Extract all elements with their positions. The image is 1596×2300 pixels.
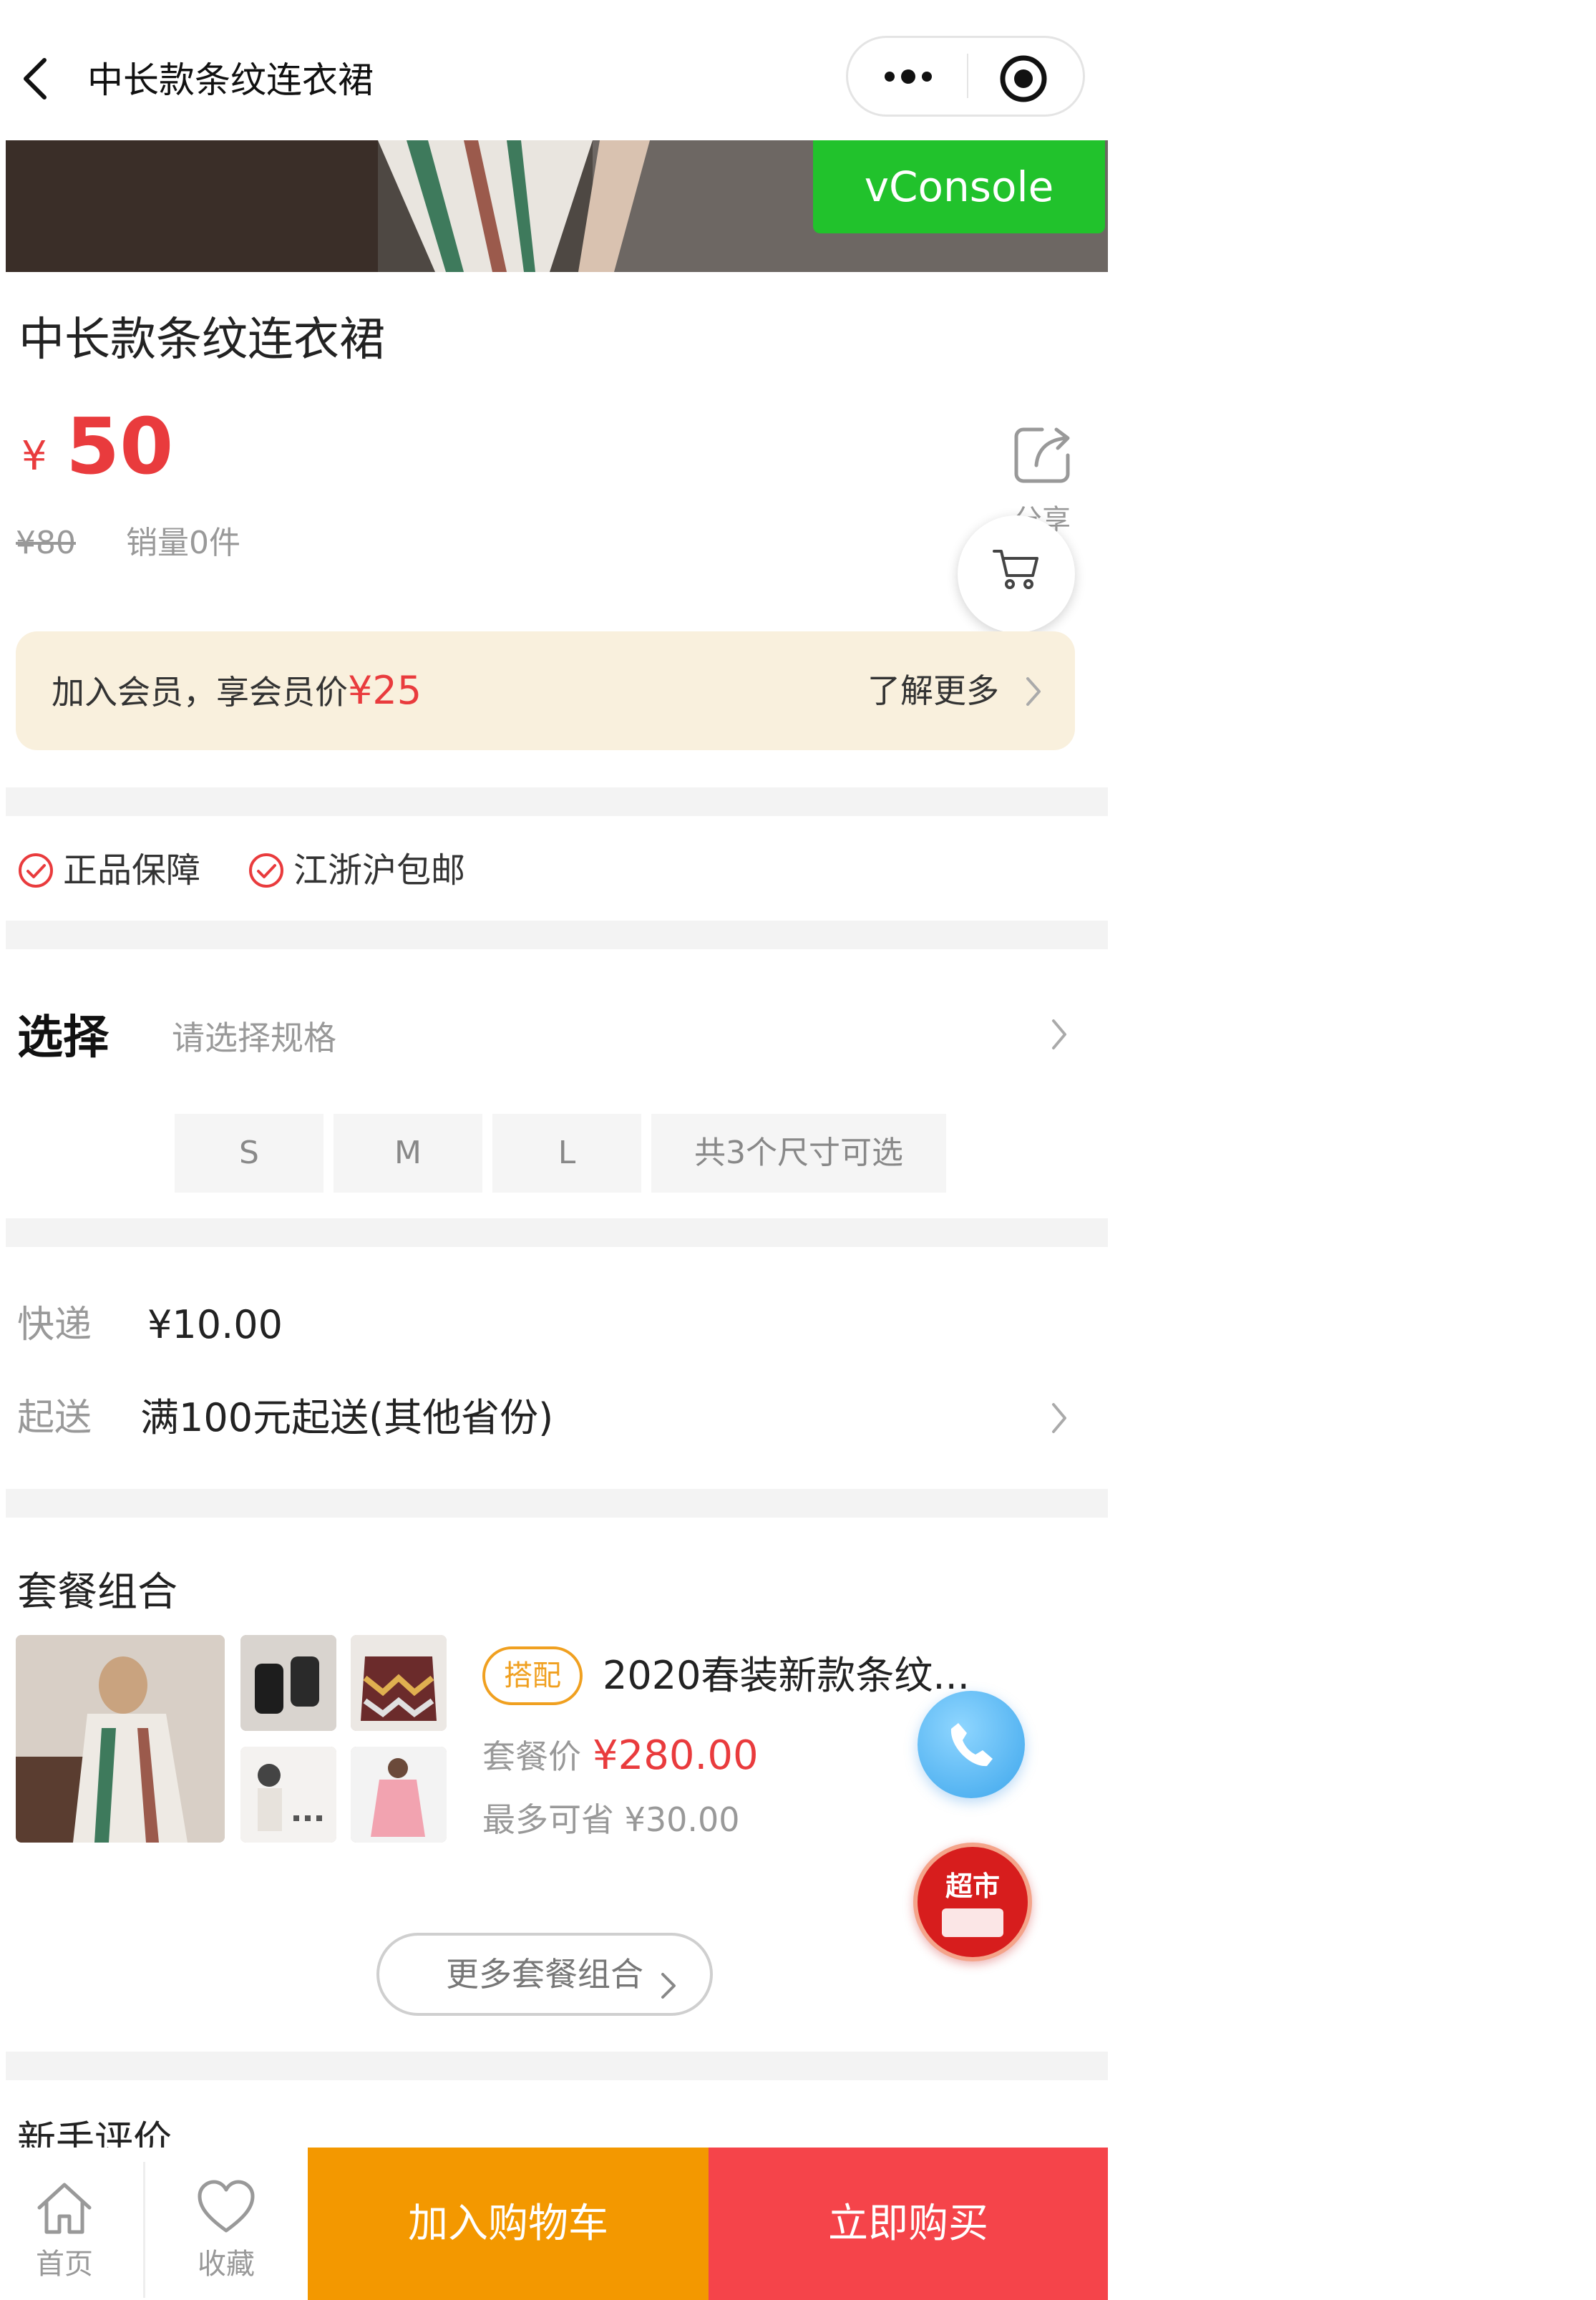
price-currency: ¥ <box>21 433 47 480</box>
member-text: 加入会员，享会员价¥25 <box>52 668 422 713</box>
size-count[interactable]: 共3个尺寸可选 <box>651 1114 946 1193</box>
supermarket-label: 超市 <box>945 1870 1000 1902</box>
home-button[interactable]: 首页 <box>0 2169 129 2298</box>
heart-icon <box>194 2176 258 2241</box>
reviews-title: 新手评价 <box>17 2117 172 2148</box>
min-order-value: 满100元起送(其他省份) <box>140 1395 554 1440</box>
guarantee-free-shipping: 江浙沪包邮 <box>293 850 466 891</box>
share-icon <box>1009 422 1075 488</box>
size-option-l[interactable]: L <box>492 1114 641 1193</box>
size-option-s[interactable]: S <box>175 1114 323 1193</box>
supermarket-button[interactable]: 超市 <box>913 1843 1032 1961</box>
guarantee-authentic: 正品保障 <box>63 850 201 891</box>
phone-icon <box>950 1723 993 1767</box>
buy-now-button[interactable]: 立即购买 <box>709 2148 1108 2300</box>
home-icon <box>32 2176 97 2241</box>
combo-price-label: 套餐价 <box>482 1737 581 1776</box>
bottom-action-bar: 首页 收藏 加入购物车 立即购买 <box>0 2148 1116 2300</box>
page-title: 中长款条纹连衣裙 <box>87 59 374 101</box>
tab-divider <box>143 2162 145 2298</box>
navigation-bar: 中长款条纹连衣裙 <box>0 0 1116 140</box>
target-icon[interactable] <box>997 52 1050 105</box>
min-order-label: 起送 <box>17 1397 92 1440</box>
product-title: 中长款条纹连衣裙 <box>19 314 385 367</box>
vconsole-button[interactable]: vConsole <box>813 140 1105 233</box>
section-divider <box>6 921 1108 949</box>
section-divider <box>6 787 1108 816</box>
favorite-button[interactable]: 收藏 <box>162 2169 291 2298</box>
combo-section-title: 套餐组合 <box>17 1569 177 1616</box>
express-fee: ¥10.00 <box>147 1302 283 1347</box>
combo-thumbnail[interactable] <box>351 1635 447 1731</box>
combo-savings: 最多可省 ¥30.00 <box>482 1800 740 1839</box>
section-divider <box>6 2052 1108 2080</box>
combo-thumbnail[interactable] <box>351 1747 447 1843</box>
chevron-right-icon[interactable] <box>1045 1009 1074 1059</box>
express-label: 快递 <box>17 1304 92 1346</box>
combo-name[interactable]: 2020春装新款条纹... <box>603 1646 970 1705</box>
chevron-right-icon[interactable] <box>1045 1393 1074 1443</box>
member-price: ¥25 <box>348 668 422 713</box>
check-circle-icon <box>248 852 285 889</box>
chevron-right-icon <box>656 1956 681 1999</box>
phone-button[interactable] <box>918 1691 1025 1798</box>
combo-main-image[interactable] <box>16 1635 225 1843</box>
favorite-label: 收藏 <box>198 2248 255 2281</box>
member-banner[interactable]: 加入会员，享会员价¥25 了解更多 <box>16 631 1075 750</box>
chevron-right-icon <box>1019 669 1048 714</box>
mini-program-capsule <box>846 36 1085 117</box>
more-combos-button[interactable]: 更多套餐组合 <box>376 1933 713 2016</box>
back-icon[interactable] <box>14 50 57 107</box>
original-price: ¥80 <box>16 525 76 561</box>
home-label: 首页 <box>36 2248 93 2281</box>
member-learn-more[interactable]: 了解更多 <box>867 666 999 716</box>
add-to-cart-button[interactable]: 加入购物车 <box>308 2148 709 2300</box>
capsule-divider <box>967 54 968 98</box>
product-price: 50 <box>66 402 174 492</box>
select-label: 选择 <box>17 1011 109 1064</box>
floating-cart-button[interactable] <box>958 515 1075 633</box>
combo-tag: 搭配 <box>482 1646 583 1705</box>
store-icon <box>942 1908 1003 1937</box>
sales-count: 销量0件 <box>126 525 240 561</box>
more-icon[interactable] <box>877 55 941 98</box>
combo-price: ¥280.00 <box>593 1732 759 1779</box>
size-option-m[interactable]: M <box>334 1114 482 1193</box>
combo-thumbnail[interactable] <box>240 1747 336 1843</box>
section-divider <box>6 1218 1108 1247</box>
cart-icon <box>993 550 1038 589</box>
check-circle-icon <box>17 852 54 889</box>
combo-thumbnail[interactable] <box>240 1635 336 1731</box>
select-spec-hint[interactable]: 请选择规格 <box>172 1009 336 1067</box>
section-divider <box>6 1489 1108 1518</box>
